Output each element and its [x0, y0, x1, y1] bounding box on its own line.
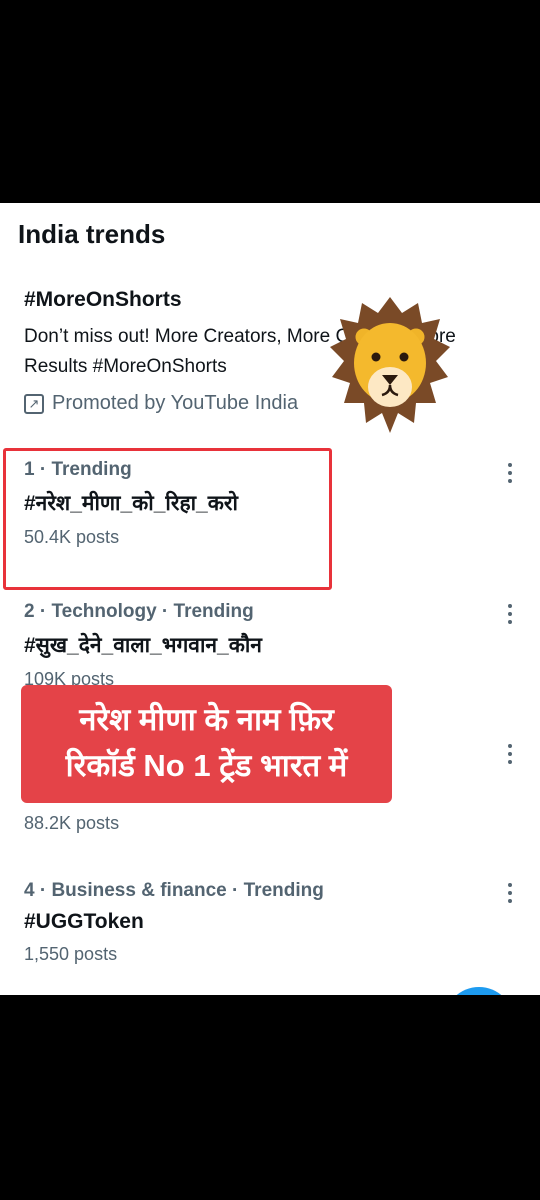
trend-posts: 88.2K posts [24, 813, 120, 833]
trends-panel: India trends #MoreOnShorts Don’t miss ou… [0, 203, 540, 995]
trend-meta: 4 · Business & finance · Trending [24, 880, 324, 901]
trend-meta: 2 · Technology · Trending [24, 601, 254, 622]
highlight-box [3, 448, 332, 590]
overlay-banner: नरेश मीणा के नाम फ़िर रिकॉर्ड No 1 ट्रें… [21, 685, 392, 803]
lion-face-icon [330, 297, 450, 433]
trend-name[interactable]: #सुख_देने_वाला_भगवान_कौन [24, 631, 524, 659]
more-options-icon[interactable] [500, 741, 520, 767]
more-options-icon[interactable] [500, 880, 520, 906]
banner-line-2: रिकॉर्ड No 1 ट्रेंड भारत में [65, 748, 348, 783]
trend-item-4[interactable]: 4 · Business & finance · Trending #UGGTo… [24, 880, 524, 965]
promoted-by-text: Promoted by YouTube India [52, 392, 299, 414]
trend-item-2[interactable]: 2 · Technology · Trending #सुख_देने_वाला… [24, 601, 524, 690]
arrow-up-right-icon: ↗ [24, 393, 44, 414]
trend-name[interactable]: #UGGToken [24, 910, 524, 934]
page-title: India trends [18, 219, 166, 249]
more-options-icon[interactable] [500, 601, 520, 627]
banner-line-1: नरेश मीणा के नाम फ़िर [79, 702, 334, 737]
trend-item-3[interactable]: 88.2K posts [24, 813, 524, 834]
trend-posts: 1,550 posts [24, 944, 118, 964]
more-options-icon[interactable] [500, 460, 520, 486]
bottom-black-area [0, 995, 540, 1200]
